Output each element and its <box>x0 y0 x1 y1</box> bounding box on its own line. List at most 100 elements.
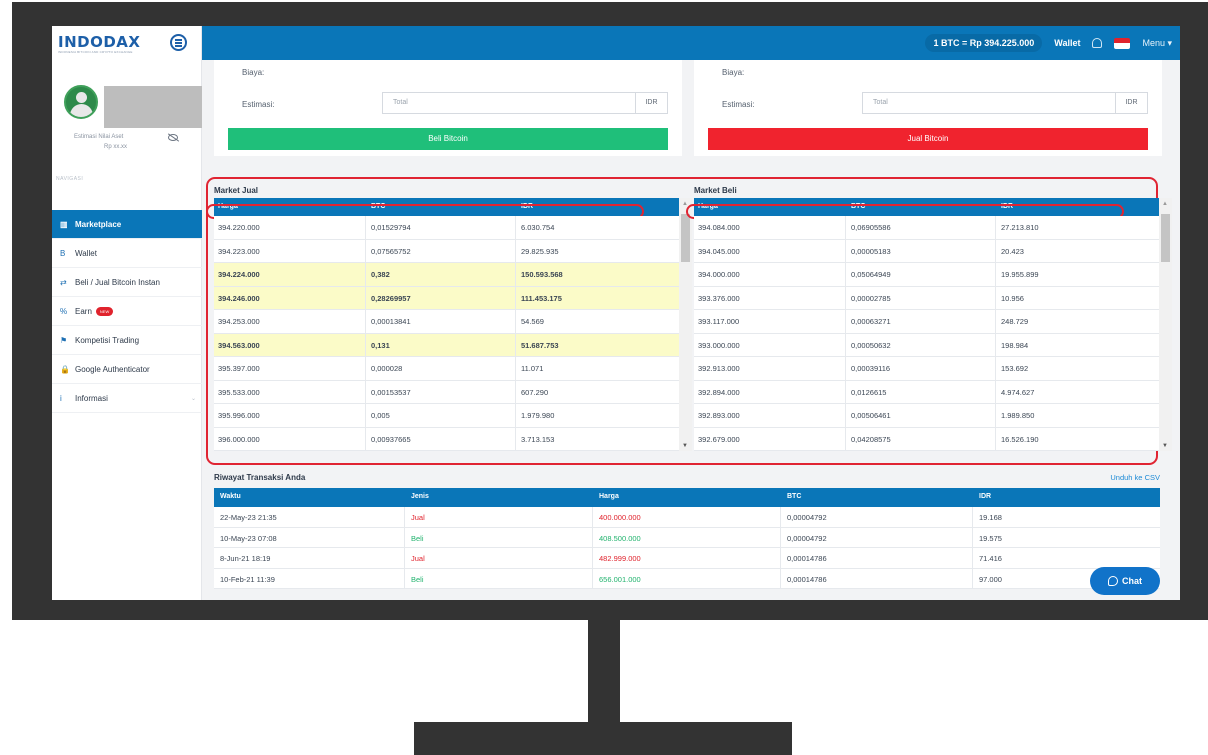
buy-total-input[interactable]: Total IDR <box>382 92 668 114</box>
table-row[interactable]: 394.084.000 0,06905586 27.213.810 <box>694 216 1172 240</box>
table-cell: 71.416 <box>979 554 1002 563</box>
table-cell: 0,131 <box>371 340 390 350</box>
table-row[interactable]: 394.223.000 0,07565752 29.825.935 <box>214 239 692 263</box>
table-row[interactable]: 394.000.000 0,05064949 19.955.899 <box>694 263 1172 287</box>
table-row[interactable]: 22-May-23 21:35 Jual 400.000.000 0,00004792… <box>214 507 1160 528</box>
buy-total-unit: IDR <box>635 93 667 113</box>
table-cell: 0,00014786 <box>787 554 827 563</box>
table-cell: 0,00039116 <box>851 364 891 373</box>
table-row[interactable]: 393.117.000 0,00063271 248.729 <box>694 310 1172 334</box>
chart-icon: ▥ <box>60 219 68 229</box>
table-cell: 393.000.000 <box>698 340 740 350</box>
history-title: Riwayat Transaksi Anda <box>214 473 306 482</box>
sell-total-input[interactable]: Total IDR <box>862 92 1148 114</box>
sidebar-item-marketplace[interactable]: ▥ Marketplace <box>52 210 202 239</box>
logo-area: INDODAX INDONESIA BITCOIN AND CRYPTO EXC… <box>52 26 202 60</box>
table-cell: 0,00153537 <box>371 387 411 397</box>
monitor-stand-base <box>414 722 792 755</box>
table-row[interactable]: 394.220.000 0,01529794 6.030.754 <box>214 216 692 240</box>
table-row[interactable]: 392.679.000 0,04208575 16.526.190 <box>694 427 1172 451</box>
buy-bitcoin-button[interactable]: Beli Bitcoin <box>228 128 668 150</box>
market-beli-table: Harga BTC IDR 394.084.000 0,06905586 27.21… <box>686 198 1172 451</box>
main-content: Biaya: Estimasi: Total IDR Beli Bitcoin … <box>202 60 1180 600</box>
swap-icon: ⇄ <box>60 277 67 287</box>
table-cell: 392.894.000 <box>698 387 740 397</box>
table-cell: 97.000 <box>979 574 1002 584</box>
table-row[interactable]: 392.894.000 0,0126615 4.974.627 <box>694 380 1172 404</box>
sidebar-item-wallet[interactable]: B Wallet <box>52 239 202 268</box>
sidebar-item-earn[interactable]: % Earn NEW <box>52 297 202 326</box>
chat-button[interactable]: Chat <box>1090 567 1160 595</box>
column-header[interactable]: Jenis <box>411 493 429 500</box>
market-jual-rows: 394.220.000 0,01529794 6.030.754 394.223.00… <box>214 216 692 451</box>
table-row[interactable]: 393.376.000 0,00002785 10.956 <box>694 286 1172 310</box>
table-row[interactable]: 8-Jun-21 18:19 Jual 482.999.000 0,00014786 7… <box>214 548 1160 569</box>
table-row[interactable]: 396.000.000 0,00937665 3.713.153 <box>214 427 692 451</box>
market-jual-table: Harga BTC IDR 394.220.000 0,01529794 6.030… <box>206 198 692 451</box>
logo[interactable]: INDODAX <box>58 33 140 51</box>
table-cell: 392.913.000 <box>698 364 740 373</box>
table-cell: 1.979.980 <box>521 411 555 420</box>
table-row[interactable]: 394.045.000 0,00005183 20.423 <box>694 239 1172 263</box>
sell-fee-label: Biaya: <box>722 68 745 77</box>
column-header[interactable]: BTC <box>787 493 801 500</box>
table-cell: 19.955.899 <box>1001 270 1039 279</box>
table-row[interactable]: 395.533.000 0,00153537 607.290 <box>214 380 692 404</box>
menu-toggle-icon[interactable] <box>170 34 187 51</box>
table-row[interactable]: 394.253.000 0,00013841 54.569 <box>214 310 692 334</box>
stage: INDODAX INDONESIA BITCOIN AND CRYPTO EXC… <box>0 0 1208 755</box>
table-cell: 394.220.000 <box>218 223 260 232</box>
table-cell: 29.825.935 <box>521 246 559 256</box>
table-cell: 408.500.000 <box>599 533 641 543</box>
download-csv-link[interactable]: Unduh ke CSV <box>1110 473 1160 482</box>
wallet-link[interactable]: Wallet <box>1054 38 1080 48</box>
table-row[interactable]: 394.563.000 0,131 51.687.753 <box>214 333 692 357</box>
table-cell: 0,00937665 <box>371 434 411 444</box>
indonesia-flag-icon[interactable] <box>1114 37 1131 49</box>
table-row[interactable]: 10-Feb-21 11:39 Beli 656.001.000 0,00014786… <box>214 568 1160 589</box>
eye-slash-icon[interactable] <box>168 134 178 141</box>
column-header[interactable]: Harga <box>599 493 619 500</box>
table-cell: 482.999.000 <box>599 554 641 563</box>
menu-dropdown[interactable]: Menu ▾ <box>1142 38 1172 49</box>
sell-estimate-label: Estimasi: <box>722 100 755 109</box>
column-header[interactable]: Waktu <box>220 493 241 500</box>
avatar[interactable] <box>64 85 98 119</box>
table-row[interactable]: 10-May-23 07:08 Beli 408.500.000 0,00004792… <box>214 527 1160 548</box>
sidebar-item-google-auth[interactable]: 🔒 Google Authenticator <box>52 355 202 384</box>
table-cell: 395.397.000 <box>218 364 260 373</box>
bell-icon[interactable] <box>1092 38 1103 48</box>
table-cell: 400.000.000 <box>599 513 641 522</box>
table-cell: 656.001.000 <box>599 574 641 584</box>
table-cell: 10.956 <box>1001 293 1024 303</box>
lock-icon: 🔒 <box>60 364 70 374</box>
table-row[interactable]: 394.246.000 0,28269957 111.453.175 <box>214 286 692 310</box>
screen: INDODAX INDONESIA BITCOIN AND CRYPTO EXC… <box>52 26 1180 600</box>
table-row[interactable]: 394.224.000 0,382 150.593.568 <box>214 263 692 287</box>
top-right-controls: 1 BTC = Rp 394.225.000 Wallet Menu ▾ <box>925 33 1172 53</box>
chat-label: Chat <box>1122 576 1142 586</box>
table-cell: 0,00506461 <box>851 411 891 420</box>
sidebar-item-instant[interactable]: ⇄ Beli / Jual Bitcoin Instan <box>52 268 202 297</box>
table-cell: 0,05064949 <box>851 270 891 279</box>
table-row[interactable]: 395.397.000 0,000028 11.071 <box>214 357 692 381</box>
table-row[interactable]: 393.000.000 0,00050632 198.984 <box>694 333 1172 357</box>
table-cell: 0,382 <box>371 270 390 279</box>
asset-value: Rp xx.xx <box>104 144 128 150</box>
column-header[interactable]: IDR <box>979 493 991 500</box>
table-cell: 11.071 <box>521 364 544 373</box>
scrollbar[interactable]: ▲ ▼ <box>1159 198 1172 451</box>
table-cell: 0,06905586 <box>851 223 891 232</box>
sidebar: Estimasi Nilai Aset Rp xx.xx NAVIGASI ▥ … <box>52 60 202 600</box>
history-header: Waktu Jenis Harga BTC IDR <box>214 488 1160 507</box>
table-cell: 19.575 <box>979 533 1002 543</box>
sell-bitcoin-button[interactable]: Jual Bitcoin <box>708 128 1148 150</box>
table-row[interactable]: 392.893.000 0,00506461 1.989.850 <box>694 404 1172 428</box>
sidebar-item-informasi[interactable]: i Informasi ⌄ <box>52 384 202 413</box>
top-bar: INDODAX INDONESIA BITCOIN AND CRYPTO EXC… <box>52 26 1180 60</box>
table-row[interactable]: 395.996.000 0,005 1.979.980 <box>214 404 692 428</box>
sidebar-item-kompetisi[interactable]: ⚑ Kompetisi Trading <box>52 326 202 355</box>
scrollbar[interactable]: ▲ ▼ <box>679 198 692 451</box>
new-badge: NEW <box>95 306 114 316</box>
table-row[interactable]: 392.913.000 0,00039116 153.692 <box>694 357 1172 381</box>
